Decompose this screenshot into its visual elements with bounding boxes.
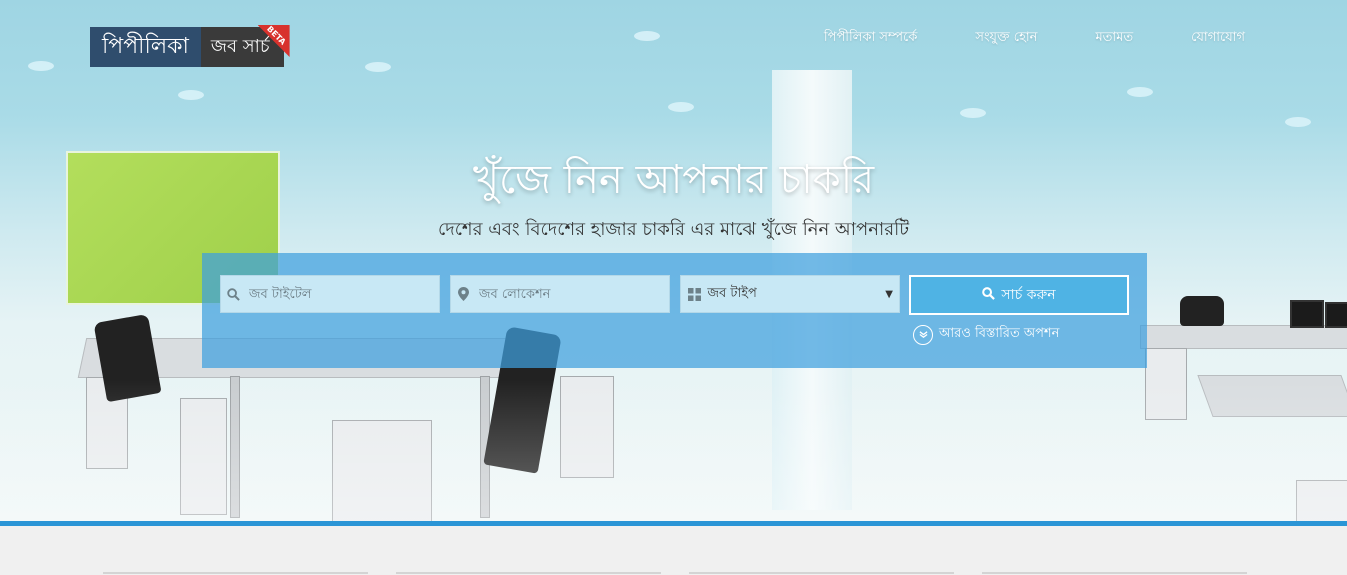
nav-link-about[interactable]: পিপীলিকা সম্পর্কে bbox=[824, 28, 917, 49]
search-button-label: সার্চ করুন bbox=[1001, 287, 1056, 303]
decorative-monitor bbox=[1290, 300, 1324, 328]
hero-divider bbox=[0, 521, 1347, 526]
decorative-chair bbox=[1180, 296, 1224, 326]
job-type-select[interactable]: জব টাইপ ▼ bbox=[680, 275, 900, 313]
chevron-down-icon bbox=[913, 324, 933, 345]
job-title-field bbox=[220, 275, 440, 313]
map-marker-icon bbox=[451, 287, 477, 301]
job-type-value: জব টাইপ bbox=[707, 285, 757, 301]
caret-down-icon: ▼ bbox=[885, 289, 893, 300]
decorative-monitor bbox=[1325, 302, 1347, 328]
decorative-ceiling-light bbox=[1127, 87, 1153, 97]
divider bbox=[982, 572, 1247, 574]
grid-icon bbox=[681, 287, 707, 301]
job-location-field bbox=[450, 275, 670, 313]
job-location-input[interactable] bbox=[476, 285, 669, 303]
more-options-label: আরও বিস্তারিত অপশন bbox=[939, 326, 1060, 341]
hero-subtitle: দেশের এবং বিদেশের হাজার চাকরি এর মাঝে খু… bbox=[437, 219, 910, 240]
job-title-input[interactable] bbox=[246, 285, 439, 303]
divider bbox=[689, 572, 954, 574]
search-icon bbox=[982, 286, 996, 304]
decorative-ceiling-light bbox=[28, 61, 54, 71]
logo-brand-text: পিপীলিকা bbox=[90, 27, 201, 67]
more-options-toggle[interactable]: আরও বিস্তারিত অপশন bbox=[913, 324, 1059, 345]
hero-title: খুঁজে নিন আপনার চাকরি bbox=[472, 157, 875, 203]
decorative-desk bbox=[1140, 325, 1347, 349]
decorative-ceiling-light bbox=[668, 102, 694, 112]
main-nav: পিপীলিকা সম্পর্কে সংযুক্ত হোন মতামত যোগা… bbox=[824, 28, 1245, 49]
nav-link-join[interactable]: সংযুক্ত হোন bbox=[975, 28, 1037, 49]
decorative-ceiling-light bbox=[634, 31, 660, 41]
hero-banner: পিপীলিকা জব সার্চ BETA পিপীলিকা সম্পর্কে… bbox=[0, 0, 1347, 521]
site-logo[interactable]: পিপীলিকা জব সার্চ BETA bbox=[90, 24, 290, 67]
decorative-floor bbox=[0, 380, 1347, 521]
nav-link-contact[interactable]: যোগাযোগ bbox=[1191, 28, 1245, 49]
divider bbox=[103, 572, 368, 574]
nav-link-feedback[interactable]: মতামত bbox=[1095, 28, 1133, 49]
decorative-ceiling-light bbox=[178, 90, 204, 100]
search-icon bbox=[221, 287, 247, 301]
divider bbox=[396, 572, 661, 574]
decorative-ceiling-light bbox=[365, 62, 391, 72]
decorative-ceiling-light bbox=[960, 108, 986, 118]
search-button[interactable]: সার্চ করুন bbox=[909, 275, 1129, 315]
search-panel: জব টাইপ ▼ সার্চ করুন আরও বিস্তারিত অপশন bbox=[202, 253, 1147, 368]
decorative-ceiling-light bbox=[1285, 117, 1311, 127]
